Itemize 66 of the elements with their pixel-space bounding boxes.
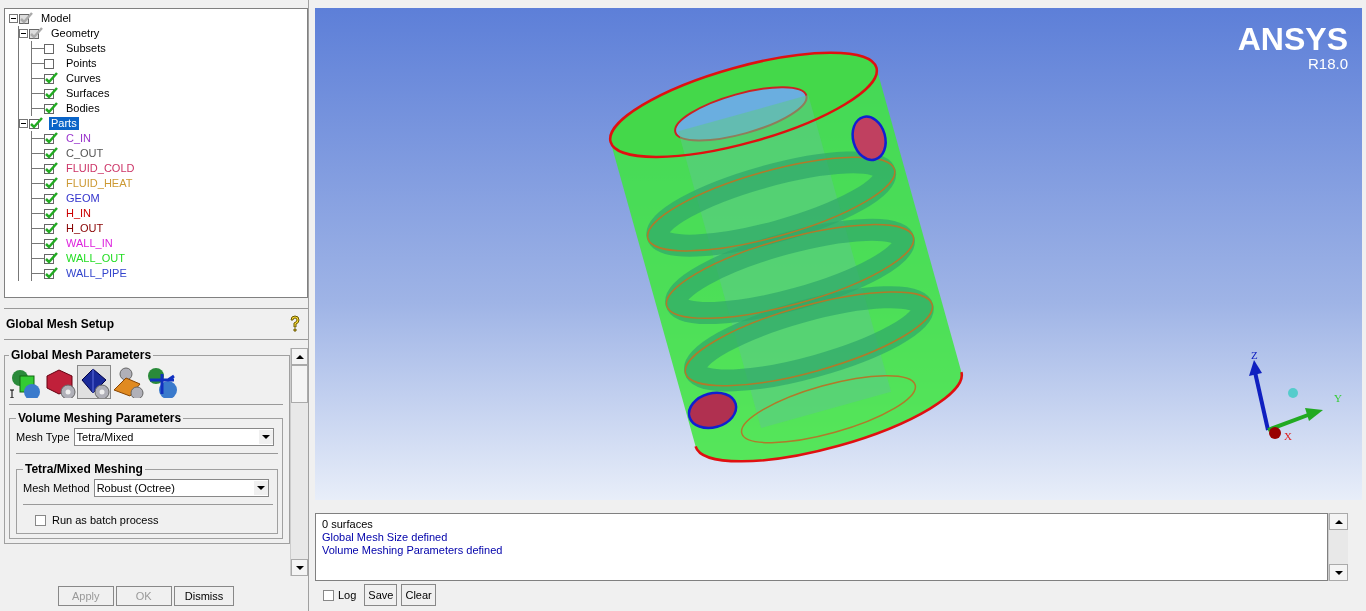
- checkbox[interactable]: [44, 87, 58, 100]
- dropdown-arrow-icon[interactable]: [262, 434, 270, 440]
- mesh-tool-icon[interactable]: [145, 365, 179, 399]
- help-icon[interactable]: [288, 315, 302, 333]
- tree-item[interactable]: WALL_PIPE: [64, 267, 129, 280]
- checkbox[interactable]: [44, 147, 58, 160]
- checkbox[interactable]: [44, 192, 58, 205]
- logo-text: ANSYS: [1237, 22, 1348, 56]
- tree-item[interactable]: C_IN: [64, 132, 94, 145]
- checkbox-label: Run as batch process: [52, 514, 159, 526]
- tree-item[interactable]: Parts: [49, 117, 79, 130]
- tree-item[interactable]: Geometry: [49, 27, 102, 40]
- collapse-icon[interactable]: [9, 14, 18, 23]
- checkbox[interactable]: [44, 162, 58, 175]
- log-button[interactable]: Save: [364, 584, 398, 606]
- checkbox[interactable]: [29, 117, 43, 130]
- checkbox[interactable]: [19, 12, 33, 25]
- group-title: Global Mesh Parameters: [10, 348, 153, 362]
- group-title: Tetra/Mixed Meshing: [24, 462, 144, 476]
- tree-item[interactable]: Points: [64, 57, 99, 70]
- checkbox[interactable]: [44, 237, 58, 250]
- scrollbar[interactable]: [1328, 513, 1348, 581]
- tree-item[interactable]: WALL_IN: [64, 237, 115, 250]
- checkbox[interactable]: [44, 222, 58, 235]
- checkbox[interactable]: [44, 132, 58, 145]
- field-label: Mesh Method: [23, 482, 90, 494]
- mesh-type-dropdown[interactable]: Tetra/Mixed: [73, 428, 274, 446]
- log-line: Volume Meshing Parameters defined: [322, 544, 503, 557]
- collapse-icon[interactable]: [19, 29, 28, 38]
- checkbox[interactable]: [44, 72, 58, 85]
- tree-item[interactable]: H_IN: [64, 207, 94, 220]
- checkbox[interactable]: [44, 102, 58, 115]
- tree-item[interactable]: H_OUT: [64, 222, 106, 235]
- mesh-tool-icon[interactable]: [77, 365, 111, 399]
- checkbox[interactable]: [35, 514, 46, 526]
- panel-title: Global Mesh Setup: [6, 317, 114, 331]
- dialog-button[interactable]: Dismiss: [173, 586, 235, 606]
- checkbox[interactable]: [29, 27, 43, 40]
- graphics-viewport[interactable]: ANSYS R18.0 Z Y X: [315, 8, 1362, 500]
- field-label: Mesh Type: [16, 431, 70, 443]
- tree-item[interactable]: Surfaces: [64, 87, 112, 100]
- tree-item[interactable]: Subsets: [64, 42, 108, 55]
- collapse-icon[interactable]: [19, 119, 28, 128]
- checkbox[interactable]: [44, 252, 58, 265]
- checkbox[interactable]: [44, 177, 58, 190]
- checkbox-label: Log: [338, 589, 357, 601]
- log-line: Global Mesh Size defined: [322, 531, 448, 544]
- axis-label: X: [1284, 430, 1292, 442]
- checkbox[interactable]: [44, 267, 58, 280]
- mesh-method-dropdown[interactable]: Robust (Octree): [93, 479, 269, 497]
- tree-item[interactable]: GEOM: [64, 192, 102, 205]
- log-button[interactable]: Clear: [401, 584, 436, 606]
- scrollbar[interactable]: [290, 348, 308, 576]
- checkbox[interactable]: [44, 207, 58, 220]
- dropdown-arrow-icon[interactable]: [257, 485, 265, 491]
- log-line: 0 surfaces: [322, 518, 373, 531]
- tree-item[interactable]: Curves: [64, 72, 103, 85]
- tree-item[interactable]: Model: [39, 12, 73, 25]
- axis-label: Z: [1251, 350, 1258, 361]
- checkbox[interactable]: [323, 589, 334, 601]
- tree-item[interactable]: Bodies: [64, 102, 102, 115]
- tree-item[interactable]: FLUID_COLD: [64, 162, 137, 175]
- axis-label: Y: [1334, 392, 1342, 404]
- group-title: Volume Meshing Parameters: [17, 411, 183, 425]
- version-label: R18.0: [1307, 56, 1348, 72]
- tree-item[interactable]: C_OUT: [64, 147, 106, 160]
